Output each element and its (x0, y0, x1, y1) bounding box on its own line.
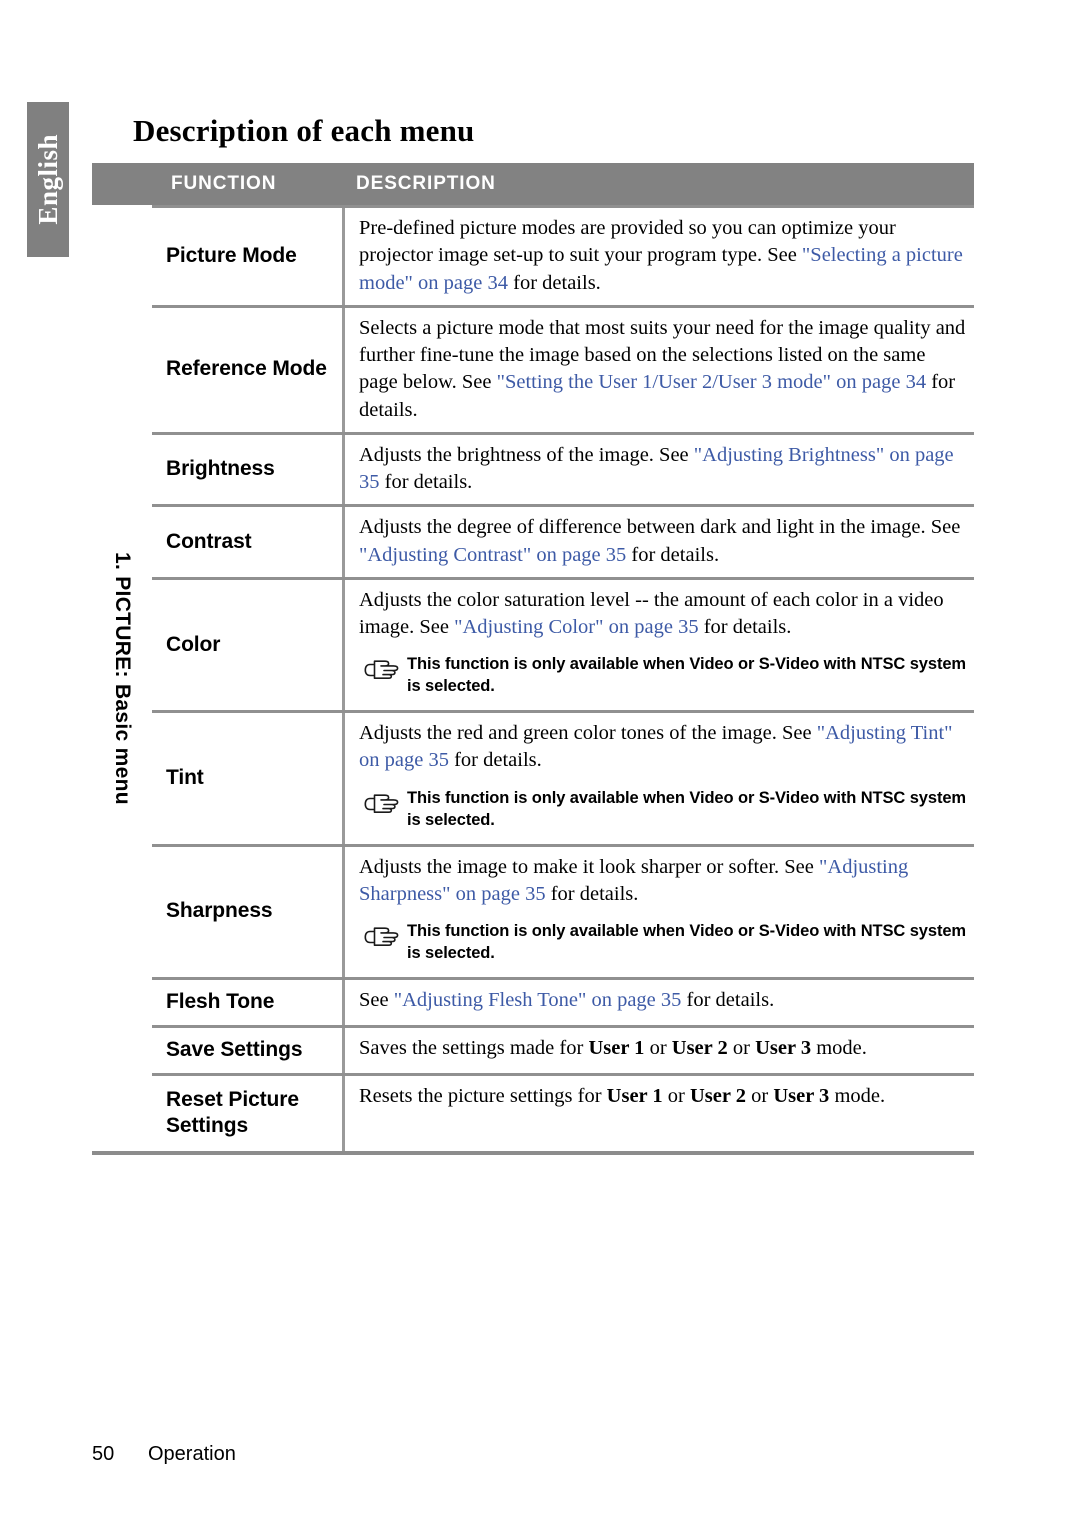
description-text: Pre-defined picture modes are provided s… (359, 217, 963, 294)
function-label: Sharpness (166, 899, 273, 923)
function-label: Reset Picture Settings (166, 1087, 299, 1138)
description-text: Saves the settings made for User 1 or Us… (359, 1036, 867, 1059)
description-text: See "Adjusting Flesh Tone" on page 35 fo… (359, 988, 775, 1011)
function-cell: Tint (152, 713, 345, 844)
column-header-function: FUNCTION (171, 173, 277, 194)
note-block: This function is only available when Vid… (359, 921, 966, 965)
menu-description-table: FUNCTION DESCRIPTION 1. PICTURE: Basic m… (92, 163, 974, 1155)
table-row: Reset Picture Settings Resets the pictur… (152, 1072, 974, 1151)
column-header-description: DESCRIPTION (356, 173, 496, 194)
language-tab-label: English (32, 134, 63, 225)
function-label: Tint (166, 765, 204, 789)
function-cell: Flesh Tone (152, 979, 345, 1025)
function-cell: Sharpness (152, 846, 345, 977)
description-text: Selects a picture mode that most suits y… (359, 316, 966, 421)
language-tab: English (27, 102, 69, 257)
description-cell: Adjusts the brightness of the image. See… (345, 435, 974, 505)
table-row: Brightness Adjusts the brightness of the… (152, 431, 974, 505)
group-label: 1. PICTURE: Basic menu (92, 205, 152, 1151)
page-footer: 50 Operation (92, 1443, 236, 1466)
table-header-row: FUNCTION DESCRIPTION (92, 163, 974, 205)
description-cell: Resets the picture settings for User 1 o… (345, 1076, 974, 1151)
function-cell: Color (152, 579, 345, 711)
description-cell: Adjusts the image to make it look sharpe… (345, 847, 974, 977)
table-row: Tint Adjusts the red and green color ton… (152, 710, 974, 844)
function-cell: Reference Mode (152, 307, 345, 432)
description-cell: Pre-defined picture modes are provided s… (345, 208, 974, 305)
pointing-hand-icon (363, 791, 407, 822)
function-cell: Picture Mode (152, 208, 345, 305)
function-label: Reference Mode (166, 357, 327, 381)
group-label-text: 1. PICTURE: Basic menu (111, 551, 134, 805)
description-text: Adjusts the degree of difference between… (359, 516, 961, 566)
description-cell: Selects a picture mode that most suits y… (345, 308, 974, 432)
description-cell: Saves the settings made for User 1 or Us… (345, 1028, 974, 1073)
table-row: Reference Mode Selects a picture mode th… (152, 304, 974, 432)
footer-page-number: 50 (92, 1443, 115, 1465)
table-body: 1. PICTURE: Basic menu Picture Mode Pre-… (92, 205, 974, 1155)
description-text: Adjusts the red and green color tones of… (359, 722, 953, 772)
note-text: This function is only available when Vid… (407, 788, 967, 829)
function-label: Contrast (166, 529, 252, 553)
description-cell: Adjusts the red and green color tones of… (345, 713, 974, 843)
description-cell: Adjusts the degree of difference between… (345, 507, 974, 577)
table-row: Picture Mode Pre-defined picture modes a… (152, 205, 974, 305)
function-cell: Contrast (152, 507, 345, 577)
table-row: Contrast Adjusts the degree of differenc… (152, 504, 974, 577)
function-cell: Reset Picture Settings (152, 1075, 345, 1151)
function-label: Save Settings (166, 1037, 303, 1061)
pointing-hand-icon (363, 924, 407, 955)
function-cell: Save Settings (152, 1027, 345, 1073)
group-column: 1. PICTURE: Basic menu (92, 205, 152, 1151)
note-block: This function is only available when Vid… (359, 788, 966, 832)
function-label: Brightness (166, 457, 275, 481)
description-cell: Adjusts the color saturation level -- th… (345, 580, 974, 710)
note-text: This function is only available when Vid… (407, 922, 967, 962)
note-text: This function is only available when Vid… (407, 655, 967, 696)
description-text: Adjusts the image to make it look sharpe… (359, 855, 909, 905)
footer-section-name: Operation (148, 1443, 236, 1465)
table-row: Color Adjusts the color saturation level… (152, 576, 974, 711)
table-row: Save Settings Saves the settings made fo… (152, 1024, 974, 1073)
function-label: Flesh Tone (166, 989, 275, 1013)
description-cell: See "Adjusting Flesh Tone" on page 35 fo… (345, 980, 974, 1025)
description-text: Adjusts the color saturation level -- th… (359, 588, 944, 638)
table-row: Flesh Tone See "Adjusting Flesh Tone" on… (152, 976, 974, 1025)
function-label: Picture Mode (166, 243, 297, 267)
table-row: Sharpness Adjusts the image to make it l… (152, 843, 974, 977)
function-cell: Brightness (152, 434, 345, 505)
description-text: Adjusts the brightness of the image. See… (359, 443, 954, 493)
function-label: Color (166, 632, 221, 656)
note-block: This function is only available when Vid… (359, 654, 966, 698)
pointing-hand-icon (363, 657, 407, 688)
description-text: Resets the picture settings for User 1 o… (359, 1084, 886, 1107)
page-title: Description of each menu (133, 112, 475, 148)
